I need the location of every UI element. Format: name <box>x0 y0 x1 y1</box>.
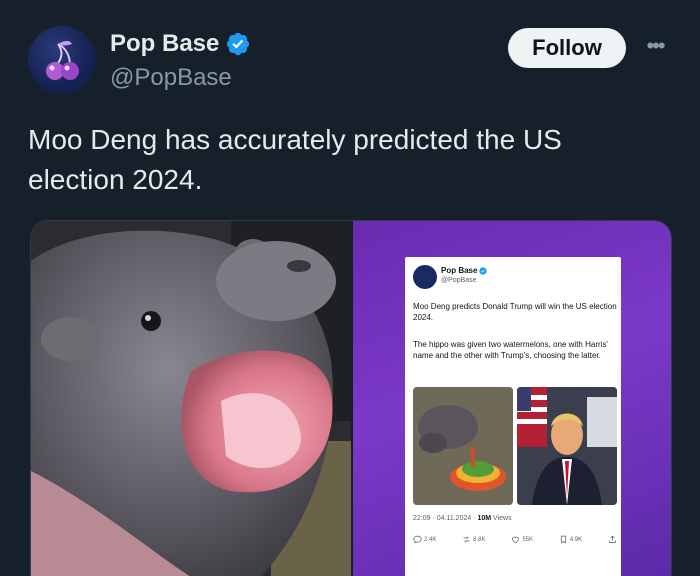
embedded-verified-icon <box>479 266 488 275</box>
tweet-text: Moo Deng has accurately predicted the US… <box>28 124 562 195</box>
embedded-handle: @PopBase <box>441 277 477 284</box>
embedded-avatar <box>413 265 437 289</box>
embedded-views-count: 10M <box>477 515 492 522</box>
embedded-bookmark-count: 4.9K <box>569 536 583 543</box>
embedded-time: 22:09 · 04.11.2024 · <box>413 515 478 522</box>
embedded-views-label: Views <box>491 515 512 522</box>
author-name-row[interactable]: Pop Base <box>110 30 251 58</box>
screenshot-panel[interactable]: Pop Base @PopBase Moo Deng predicts Dona… <box>353 221 671 576</box>
portrait-image <box>517 387 617 505</box>
repost-icon <box>463 536 470 543</box>
embedded-meta: 22:09 · 04.11.2024 · 10M Views <box>413 515 512 522</box>
hippo-image <box>31 221 351 576</box>
author-display-name[interactable]: Pop Base <box>110 30 219 58</box>
embedded-post-card[interactable]: Pop Base @PopBase Moo Deng predicts Dona… <box>405 257 621 576</box>
embedded-name-row: Pop Base <box>441 266 488 275</box>
bookmark-icon <box>560 535 566 544</box>
follow-button[interactable]: Follow <box>508 28 626 68</box>
tweet-header: Pop Base @PopBase Follow ••• <box>28 26 672 96</box>
embedded-like: 55K <box>511 535 533 544</box>
more-options-icon[interactable]: ••• <box>640 33 670 58</box>
cherry-logo-icon <box>46 41 79 80</box>
heart-icon <box>512 536 520 544</box>
verified-badge-icon <box>227 32 250 56</box>
embedded-reply-count: 2.4K <box>424 536 437 543</box>
embedded-reply: 2.4K <box>413 535 436 544</box>
embedded-bookmark: 4.9K <box>559 535 582 544</box>
embedded-repost: 8.8K <box>462 535 486 544</box>
embedded-repost-count: 8.8K <box>473 536 486 543</box>
author-handle[interactable]: @PopBase <box>110 64 232 92</box>
embedded-share <box>608 535 617 544</box>
share-icon <box>609 535 616 543</box>
tweet-media[interactable]: Pop Base @PopBase Moo Deng predicts Dona… <box>30 220 672 576</box>
embedded-portrait-photo <box>517 387 617 505</box>
embedded-text-2: The hippo was given two watermelons, one… <box>413 340 608 360</box>
hippo-watermelon-image <box>413 387 513 505</box>
hippo-photo[interactable] <box>31 221 351 576</box>
embedded-text-1: Moo Deng predicts Donald Trump will win … <box>413 302 617 322</box>
avatar[interactable] <box>28 26 96 94</box>
reply-icon <box>413 535 422 544</box>
embedded-like-count: 55K <box>522 536 533 543</box>
embedded-hippo-photo <box>413 387 513 505</box>
embedded-actions: 2.4K 8.8K 55K 4.9K <box>413 535 617 544</box>
embedded-display-name: Pop Base <box>441 266 478 275</box>
